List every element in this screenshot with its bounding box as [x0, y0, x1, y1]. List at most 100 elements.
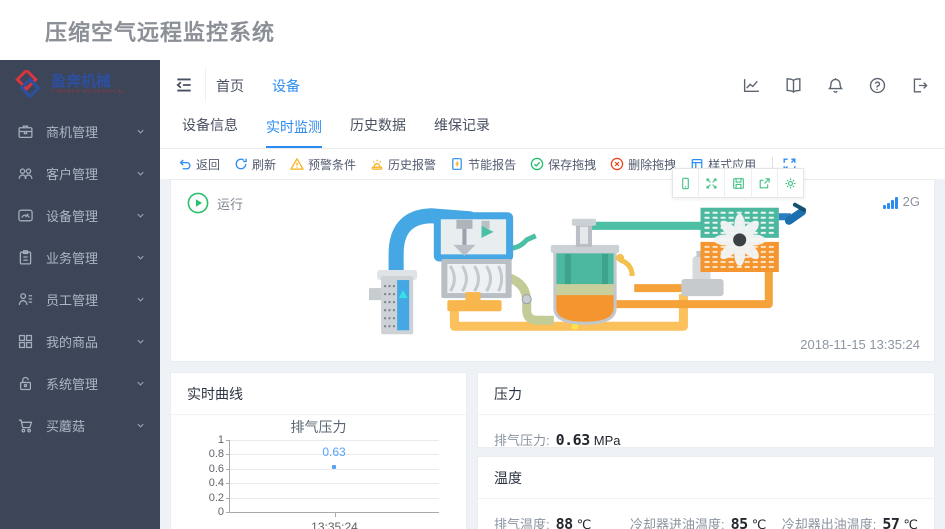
- lock-icon: [19, 376, 32, 390]
- sidebar-item-label: 系统管理: [46, 376, 99, 392]
- pressure-panel-title: 压力: [478, 373, 934, 415]
- sidebar-item-employees[interactable]: 员工管理: [0, 278, 160, 320]
- sidebar-item-label: 设备管理: [46, 208, 99, 224]
- logo-diamond-icon: [15, 70, 41, 99]
- chevron-down-icon: [137, 171, 144, 176]
- metric-value: 0.63: [555, 431, 591, 449]
- alert-condition-label: 预警条件: [308, 157, 357, 172]
- check-circle-icon: [530, 157, 544, 171]
- sidebar-item-label: 业务管理: [46, 250, 99, 266]
- logo-text: 盈奔机械: [51, 73, 112, 90]
- chevron-down-icon: [137, 381, 144, 386]
- metric-label: 冷却器出油温度:: [781, 517, 877, 529]
- help-icon[interactable]: [868, 76, 887, 95]
- save-icon[interactable]: [725, 169, 752, 197]
- sidebar-item-devices[interactable]: 设备管理: [0, 194, 160, 236]
- metric-unit: MPa: [593, 433, 621, 448]
- pipe-fitting: [521, 294, 532, 305]
- sidebar-item-business-opportunity[interactable]: 商机管理: [0, 110, 160, 152]
- x-tick-mark: [334, 512, 336, 517]
- outlet-valve: [778, 202, 806, 225]
- y-tick: 0.6: [208, 462, 224, 475]
- alert-condition-button[interactable]: 预警条件: [290, 156, 356, 173]
- play-icon[interactable]: [187, 192, 209, 214]
- logout-icon[interactable]: [910, 76, 929, 95]
- data-point: [332, 464, 336, 469]
- sidebar-item-my-products[interactable]: 我的商品: [0, 320, 160, 362]
- tab-device-info[interactable]: 设备信息: [182, 115, 238, 148]
- refresh-label: 刷新: [252, 157, 277, 172]
- metric-unit: ℃: [751, 517, 767, 529]
- tab-realtime-monitor[interactable]: 实时监测: [266, 117, 322, 148]
- refresh-button[interactable]: 刷新: [234, 156, 276, 173]
- settings-icon[interactable]: [778, 169, 803, 197]
- delete-drag-button[interactable]: 删除拖拽: [610, 156, 676, 173]
- x-tick-label: 13:35:24: [311, 520, 358, 529]
- signal-label: 2G: [902, 194, 920, 209]
- gauge-icon: [18, 209, 33, 221]
- alarm-history-button[interactable]: 历史报警: [370, 156, 436, 173]
- tabbar: 设备信息 实时监测 历史数据 维保记录: [160, 110, 945, 149]
- employee-icon: [18, 292, 33, 305]
- save-drag-label: 保存拖拽: [548, 157, 597, 172]
- sidebar-item-customers[interactable]: 客户管理: [0, 152, 160, 194]
- sidebar: 盈奔机械 YINGBEN MECHANICAL 商机管理 客户管理 设备管理 业…: [0, 60, 160, 529]
- cooler-oil-out-temperature-metric: 冷却器出油温度: 57 ℃: [782, 514, 918, 529]
- run-status-label: 运行: [217, 196, 244, 212]
- metric-unit: ℃: [903, 517, 918, 529]
- book-icon[interactable]: [784, 76, 803, 95]
- undo-icon: [179, 159, 191, 170]
- refresh-icon: [235, 158, 247, 170]
- alarm-icon: [371, 159, 383, 170]
- sidebar-item-system[interactable]: 系统管理: [0, 362, 160, 404]
- warning-icon: [290, 158, 304, 170]
- users-icon: [18, 167, 33, 179]
- chevron-down-icon: [137, 339, 144, 344]
- tab-history-data[interactable]: 历史数据: [350, 115, 406, 148]
- chevron-down-icon: [137, 213, 144, 218]
- clipboard-icon: [19, 249, 32, 265]
- metric-label: 排气温度:: [494, 517, 550, 529]
- y-tick: 0.2: [208, 491, 224, 504]
- air-filter: [369, 270, 418, 335]
- metric-unit: ℃: [576, 517, 592, 529]
- sidebar-item-buy-mushroom[interactable]: 买蘑菇: [0, 404, 160, 446]
- breadcrumb-home[interactable]: 首页: [216, 76, 244, 96]
- logo-subtitle: YINGBEN MECHANICAL: [51, 89, 126, 95]
- breadcrumb-device[interactable]: 设备: [272, 76, 300, 96]
- y-tick: 0: [217, 506, 224, 518]
- pressure-chart: 1 0.8 0.6 0.4 0.2 0 0.63 13:35:24: [209, 434, 439, 529]
- export-icon[interactable]: [752, 169, 778, 197]
- main-area: 首页 设备 设备信息 实时监测 历史数据 维保记录 返回 刷新 预警条件 历史报…: [160, 60, 945, 529]
- signal-bars-icon: [883, 197, 898, 209]
- chevron-down-icon: [137, 129, 144, 134]
- tab-maintenance-record[interactable]: 维保记录: [434, 115, 490, 148]
- energy-report-label: 节能报告: [468, 157, 517, 172]
- alarm-history-label: 历史报警: [388, 157, 437, 172]
- metric-label: 冷却器进油温度:: [630, 517, 725, 529]
- bell-icon[interactable]: [826, 76, 845, 95]
- save-drag-button[interactable]: 保存拖拽: [530, 156, 596, 173]
- fullscreen-icon[interactable]: [699, 169, 726, 197]
- nav-icon-group: [742, 60, 929, 110]
- metric-value: 57: [882, 515, 900, 529]
- top-navbar: 首页 设备: [160, 60, 945, 110]
- chevron-down-icon: [137, 423, 144, 428]
- back-button[interactable]: 返回: [178, 156, 220, 173]
- collapse-sidebar-icon[interactable]: [174, 75, 194, 95]
- sidebar-item-label: 买蘑菇: [46, 418, 86, 434]
- page-title: 压缩空气远程监控系统: [45, 20, 276, 45]
- app-root: 压缩空气远程监控系统 盈奔机械 YINGBEN MECHANICAL 商机管理 …: [0, 0, 945, 529]
- trend-icon[interactable]: [742, 76, 761, 95]
- realtime-curve-panel: 实时曲线 排气压力 1 0.8 0.6 0.4 0.2 0 0.63 13:35…: [170, 372, 467, 529]
- data-point-label: 0.63: [322, 445, 346, 460]
- delete-drag-label: 删除拖拽: [628, 157, 677, 172]
- exhaust-temperature-metric: 排气温度: 88 ℃: [494, 514, 630, 529]
- mobile-icon[interactable]: [673, 169, 700, 197]
- energy-report-button[interactable]: 节能报告: [450, 156, 516, 173]
- y-tick: 0.4: [208, 477, 224, 490]
- sidebar-item-operations[interactable]: 业务管理: [0, 236, 160, 278]
- pressure-panel: 压力 排气压力: 0.63 MPa: [477, 372, 935, 449]
- x-circle-icon: [610, 157, 624, 171]
- temperature-panel: 温度 排气温度: 88 ℃ 冷却器进油温度: 85 ℃ 冷却器出油温度: 57 …: [477, 456, 935, 529]
